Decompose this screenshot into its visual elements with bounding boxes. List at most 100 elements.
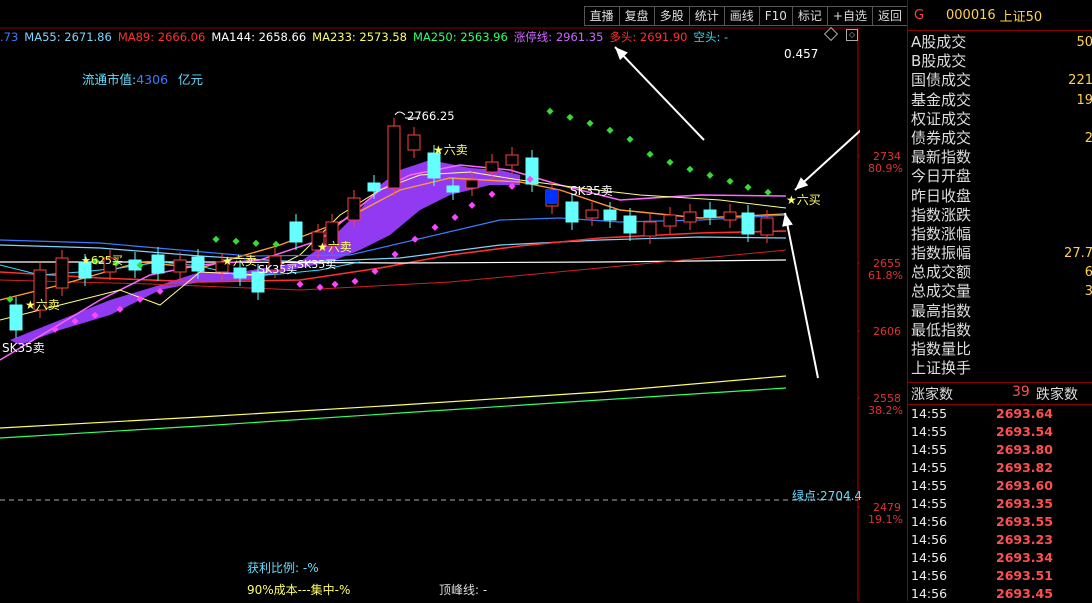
toolbar-button[interactable]: +自选 [827, 6, 873, 26]
tick-time: 14:55 [911, 424, 948, 439]
signal-six-sell-4: ★六卖 [25, 298, 60, 312]
stop-dot [451, 213, 459, 221]
stop-dot [566, 113, 574, 121]
tick-row: 14:55 2693.35 [908, 495, 1092, 513]
stop-dot [212, 235, 220, 243]
stat-row: 最低指数 [908, 321, 1092, 340]
stop-dot [726, 177, 734, 185]
stats-list: A股成交 50 B股成交 国债成交 221 基金成交 19 权证成交 债券成交 2 最新指数 今日开盘… [908, 33, 1092, 378]
candle-body [546, 190, 558, 204]
tick-row: 14:56 2693.45 [908, 585, 1092, 603]
stat-row: 总成交额 6 [908, 263, 1092, 282]
stop-dot [626, 135, 634, 143]
candle-body [465, 179, 479, 189]
toolbar-button[interactable]: 标记 [792, 6, 828, 26]
candle-body [741, 212, 755, 235]
tick-time: 14:55 [911, 496, 948, 511]
stat-label: B股成交 [911, 52, 967, 71]
tick-time: 14:56 [911, 514, 948, 529]
tick-row: 14:55 2693.80 [908, 441, 1092, 459]
toolbar-button[interactable]: 多股 [654, 6, 690, 26]
toolbar-button[interactable]: 直播 [583, 6, 620, 26]
candle-body [485, 161, 499, 173]
tick-time: 14:56 [911, 586, 948, 601]
stat-label: 指数涨幅 [911, 224, 972, 243]
candle-body [407, 134, 421, 151]
tick-row: 14:56 2693.51 [908, 567, 1092, 585]
candlestick-chart[interactable] [0, 0, 860, 601]
stat-row: 上证换手 [908, 359, 1092, 378]
stop-dot [252, 239, 260, 247]
stop-dot [546, 107, 554, 115]
stop-dot [411, 235, 419, 243]
stat-row: 今日开盘 [908, 167, 1092, 186]
candle-body [603, 209, 617, 221]
ma-legend-item: MA233: 2573.58 [312, 30, 407, 44]
toolbar-button[interactable]: 复盘 [619, 6, 655, 26]
tick-row: 14:55 2693.64 [908, 405, 1092, 423]
candle-body [505, 154, 519, 166]
stat-label: 权证成交 [911, 109, 972, 128]
signal-sk35-sell: SK35卖 [570, 184, 613, 198]
stop-dot [586, 119, 594, 127]
green-point-label: 绿点:2704.4 [792, 489, 863, 503]
scroll-icon[interactable]: ◇ [846, 29, 858, 41]
toolbar-button[interactable]: F10 [759, 6, 793, 26]
tick-row: 14:55 2693.82 [908, 459, 1092, 477]
ma-legend-item: MA55: 2671.86 [24, 30, 112, 44]
stop-dot [488, 190, 496, 198]
stop-dot [686, 165, 694, 173]
tick-price: 2693.64 [996, 406, 1053, 421]
stat-value: 2 [1084, 130, 1092, 146]
float-cap-unit: 亿元 [178, 72, 204, 87]
signal-625-buy: ★625买 [81, 254, 123, 267]
stat-value: 221 [1068, 73, 1092, 89]
stat-label: 国债成交 [911, 71, 972, 90]
ma250-line [0, 387, 787, 439]
candle-body [289, 221, 303, 243]
axis-percent: 38.2% [868, 404, 903, 417]
axis-percent: 61.8% [868, 269, 903, 282]
ma-legend-item: MA250: 2563.96 [412, 30, 508, 44]
stat-label: 基金成交 [911, 90, 972, 109]
stat-row: 指数振幅 27.7 [908, 244, 1092, 263]
toolbar-button[interactable]: 返回 [872, 6, 908, 26]
toolbar-button[interactable]: 画线 [724, 6, 760, 26]
quote-header[interactable]: G 000016 上证50 [908, 0, 1092, 31]
candle-body [387, 125, 401, 189]
stat-label: 最低指数 [911, 320, 972, 339]
ma-legend-item: 多头: 2691.90 [609, 30, 688, 44]
candle-body [623, 215, 637, 234]
candle-body [585, 209, 599, 219]
candle-body [9, 304, 23, 331]
divider [908, 382, 1092, 383]
tick-price: 2693.54 [996, 424, 1053, 439]
candle-body [191, 256, 205, 272]
stop-dot [232, 237, 240, 245]
tick-list[interactable]: 14:55 2693.64 14:55 2693.54 14:55 2693.80 14:5… [908, 405, 1092, 603]
signal-sk35-sell-2: SK35卖 [2, 341, 45, 355]
tick-row: 14:56 2693.55 [908, 513, 1092, 531]
candle-body [723, 211, 737, 221]
candle-body [565, 201, 579, 223]
stat-label: 指数涨跌 [911, 205, 972, 224]
stat-row: 昨日收盘 [908, 187, 1092, 206]
signal-six-buy: ★六买 [786, 193, 821, 207]
tick-price: 2693.23 [996, 532, 1053, 547]
stat-row: 总成交量 3 [908, 282, 1092, 301]
stop-dot [468, 201, 476, 209]
axis-price: 2606 [873, 325, 901, 338]
tick-time: 14:55 [911, 478, 948, 493]
candle-body [347, 197, 361, 221]
candle-body [151, 254, 165, 274]
tick-time: 14:56 [911, 568, 948, 583]
stat-label: 昨日收盘 [911, 186, 972, 205]
float-cap-value: 4306 [136, 72, 169, 87]
tick-price: 2693.51 [996, 568, 1053, 583]
stop-dot [646, 150, 654, 158]
signal-sk35-buy: SK35买 [258, 263, 298, 276]
ma-legend-item: 空头: - [693, 30, 729, 44]
stat-row: 基金成交 19 [908, 91, 1092, 110]
toolbar-button[interactable]: 统计 [689, 6, 725, 26]
stat-row: 最新指数 [908, 148, 1092, 167]
